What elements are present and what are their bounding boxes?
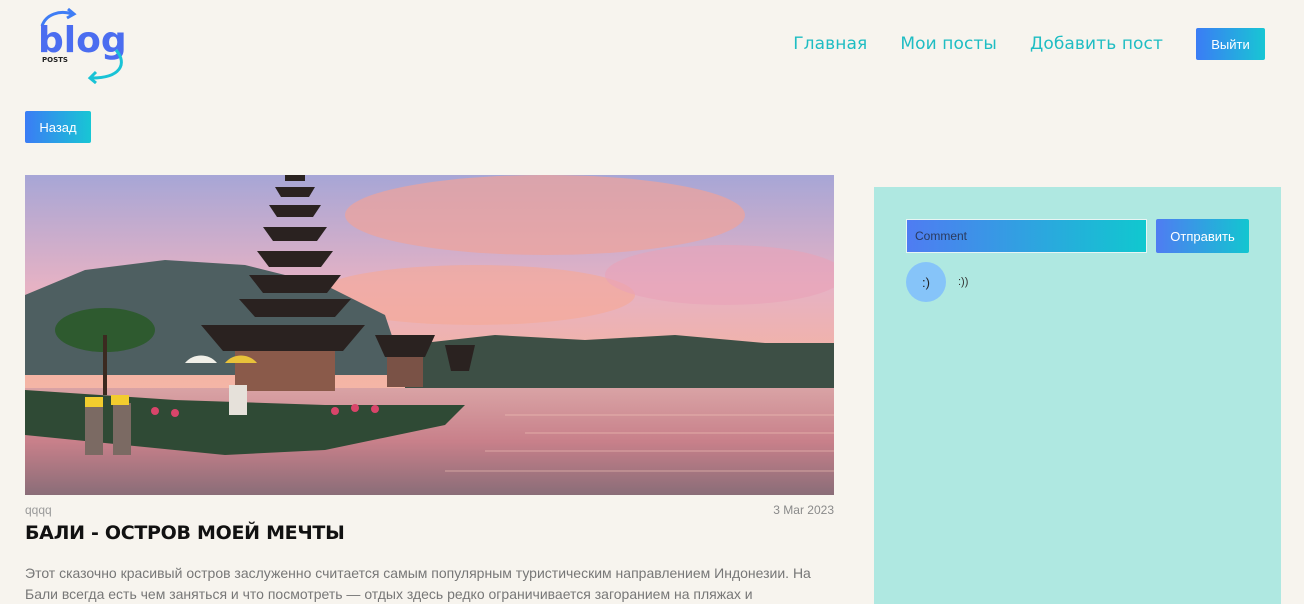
post-hero-image [25,175,834,495]
comment-item: :) :)) [906,262,968,302]
post-author: qqqq [25,503,52,517]
back-button[interactable]: Назад [25,111,91,143]
post-date: 3 Мar 2023 [773,503,834,517]
nav-home[interactable]: Главная [793,34,867,54]
logout-button[interactable]: Выйти [1196,28,1265,60]
post-body: Этот сказочно красивый остров заслуженно… [25,565,811,602]
nav-my-posts[interactable]: Мои посты [900,34,997,54]
comment-text: :)) [958,276,969,288]
nav-add-post[interactable]: Добавить пост [1030,34,1163,54]
send-comment-button[interactable]: Отправить [1156,219,1249,253]
logo-subtitle: POSTS [42,56,68,64]
comments-panel: Отправить :) :)) [874,187,1281,604]
main-nav: Главная Мои посты Добавить пост Выйти [793,28,1265,60]
blog-posts-logo[interactable]: blog POSTS [36,6,128,84]
avatar: :) [906,262,946,302]
logo-wordmark: blog [38,20,127,61]
post-title: БАЛИ - ОСТРОВ МОЕЙ МЕЧТЫ [25,522,345,544]
comment-input[interactable] [906,219,1147,253]
